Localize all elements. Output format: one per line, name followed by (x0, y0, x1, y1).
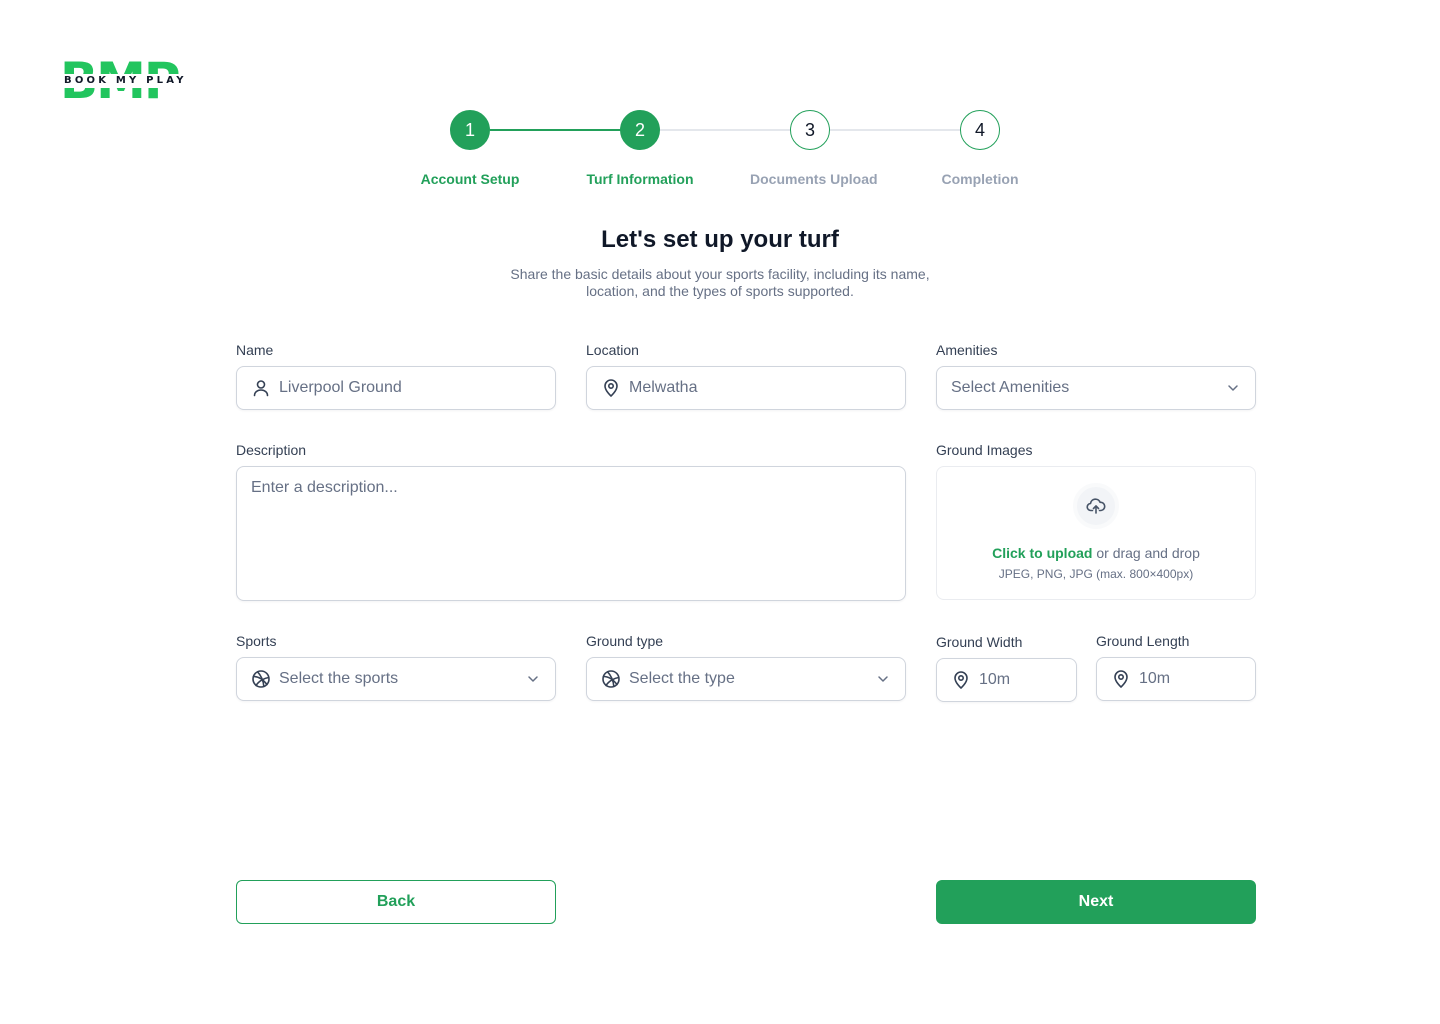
step-number: 3 (790, 110, 830, 150)
chevron-down-icon (1225, 380, 1241, 396)
name-value: Liverpool Ground (279, 379, 402, 396)
user-icon (251, 378, 271, 398)
step-completion[interactable]: 4 Completion (920, 110, 1040, 187)
step-label: Turf Information (586, 171, 694, 187)
ground-width-label: Ground Width (936, 634, 1023, 650)
ground-length-field-group: Ground Length 10m (1096, 631, 1256, 701)
location-field-group: Location Melwatha (586, 340, 906, 410)
location-value: Melwatha (629, 379, 698, 396)
step-label: Documents Upload (750, 171, 878, 187)
step-number: 1 (450, 110, 490, 150)
description-field-group: Description Enter a description... (236, 440, 906, 601)
ground-length-value: 10m (1139, 670, 1171, 687)
chevron-down-icon (525, 671, 541, 687)
name-input[interactable]: Liverpool Ground (236, 366, 556, 410)
page-heading: Let's set up your turf Share the basic d… (0, 224, 1440, 300)
chevron-down-icon (875, 671, 891, 687)
back-button[interactable]: Back (236, 880, 556, 924)
click-to-upload-link[interactable]: Click to upload (992, 545, 1092, 561)
logo-tagline: BOOK MY PLAY (64, 75, 187, 86)
page-title: Let's set up your turf (601, 226, 839, 253)
ground-width-field-group: Ground Width 10m (936, 632, 1077, 702)
step-number: 2 (620, 110, 660, 150)
map-pin-icon (1111, 669, 1131, 689)
description-textarea[interactable]: Enter a description... (236, 466, 906, 601)
name-label: Name (236, 342, 274, 358)
step-label: Completion (941, 171, 1019, 187)
brand-logo: BMP BOOK MY PLAY (60, 56, 194, 106)
ground-width-value: 10m (979, 671, 1011, 688)
description-placeholder: Enter a description... (251, 479, 398, 496)
ground-length-input[interactable]: 10m (1096, 657, 1256, 701)
ball-icon (251, 669, 271, 689)
map-pin-icon (951, 670, 971, 690)
ground-type-label: Ground type (586, 633, 664, 649)
upload-file-hint: JPEG, PNG, JPG (max. 800×400px) (998, 567, 1194, 581)
sports-select[interactable]: Select the sports (236, 657, 556, 701)
amenities-field-group: Amenities Select Amenities (936, 340, 1256, 410)
ground-width-input[interactable]: 10m (936, 658, 1077, 702)
sports-label: Sports (236, 633, 277, 649)
image-upload-dropzone[interactable]: Click to upload or drag and drop JPEG, P… (936, 466, 1256, 600)
ball-icon (601, 669, 621, 689)
next-button[interactable]: Next (936, 880, 1256, 924)
ground-type-placeholder: Select the type (629, 670, 735, 687)
step-account-setup[interactable]: 1 Account Setup (410, 110, 530, 187)
amenities-placeholder: Select Amenities (951, 379, 1070, 396)
ground-images-label: Ground Images (936, 442, 1033, 458)
name-field-group: Name Liverpool Ground (236, 340, 556, 410)
amenities-label: Amenities (936, 342, 998, 358)
sports-placeholder: Select the sports (279, 670, 399, 687)
step-documents-upload[interactable]: 3 Documents Upload (750, 110, 878, 187)
page-subtitle: Share the basic details about your sport… (510, 266, 930, 299)
ground-length-label: Ground Length (1096, 633, 1190, 649)
step-label: Account Setup (420, 171, 520, 187)
map-pin-icon (601, 378, 621, 398)
upload-cloud-icon (1073, 483, 1119, 529)
step-number: 4 (960, 110, 1000, 150)
ground-type-field-group: Ground type Select the type (586, 631, 906, 701)
drag-drop-text: or drag and drop (1092, 545, 1200, 561)
ground-type-select[interactable]: Select the type (586, 657, 906, 701)
step-turf-information[interactable]: 2 Turf Information (580, 110, 700, 187)
ground-images-field-group: Ground Images Click to upload or drag an… (936, 440, 1256, 600)
progress-stepper: 1 Account Setup 2 Turf Information 3 Doc… (410, 110, 1040, 200)
upload-instructions: Click to upload or drag and drop (937, 545, 1255, 561)
description-label: Description (236, 442, 307, 458)
location-label: Location (586, 342, 639, 358)
amenities-select[interactable]: Select Amenities (936, 366, 1256, 410)
sports-field-group: Sports Select the sports (236, 631, 556, 701)
location-input[interactable]: Melwatha (586, 366, 906, 410)
